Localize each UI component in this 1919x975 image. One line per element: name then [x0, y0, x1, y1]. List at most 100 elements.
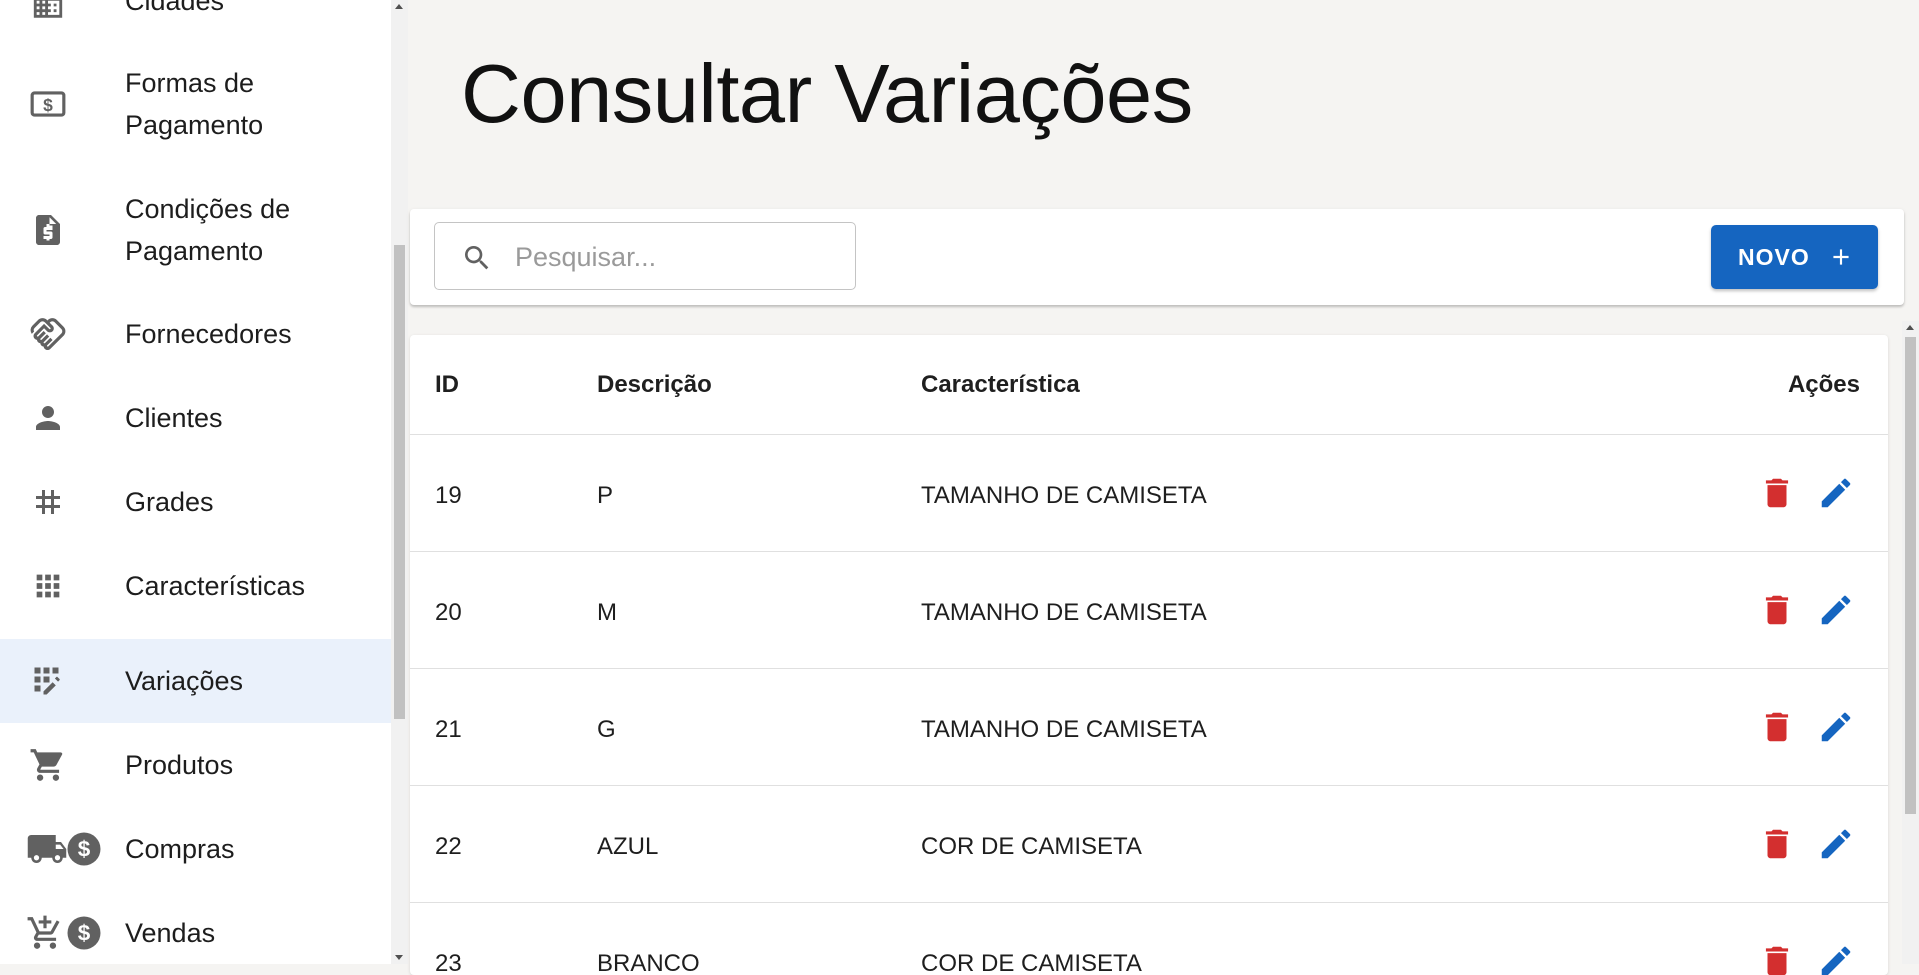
sidebar-item-condicoes-de-pagamento[interactable]: Condições de Pagamento	[0, 166, 391, 292]
sidebar-item-label: Grades	[125, 487, 214, 517]
delete-button[interactable]	[1755, 588, 1799, 632]
cell-descricao: AZUL	[597, 833, 659, 860]
handshake-icon	[28, 314, 68, 354]
payment-money-icon: $	[28, 84, 68, 124]
trash-icon	[1765, 712, 1789, 742]
sidebar-item-label: Características	[125, 571, 306, 601]
sidebar-scroll-thumb[interactable]	[394, 245, 405, 719]
delete-button[interactable]	[1755, 705, 1799, 749]
table-header-row: ID Descrição Característica Ações	[410, 335, 1888, 435]
sidebar-item-vendas[interactable]: $ Vendas	[0, 891, 391, 964]
svg-text:$: $	[78, 837, 91, 862]
sidebar: Cidades $ Formas de Pagamento Condições …	[0, 0, 391, 964]
trash-icon	[1765, 595, 1789, 625]
cell-caracteristica: TAMANHO DE CAMISETA	[921, 482, 1207, 509]
sidebar-item-label: Compras	[125, 834, 235, 864]
cell-id: 22	[435, 833, 462, 860]
building-icon	[28, 0, 68, 25]
main-scrollbar[interactable]	[1902, 321, 1919, 964]
sidebar-item-grades[interactable]: Grades	[0, 460, 391, 544]
new-button[interactable]: NOVO	[1711, 225, 1878, 289]
sidebar-item-cidades[interactable]: Cidades	[0, 0, 391, 40]
svg-text:$: $	[78, 921, 91, 946]
sidebar-item-label: Formas de Pagamento	[125, 68, 264, 140]
cart-add-dollar-icon: $	[26, 913, 116, 953]
sidebar-item-fornecedores[interactable]: Fornecedores	[0, 292, 391, 376]
cell-id: 23	[435, 950, 462, 975]
table-row[interactable]: 21 G TAMANHO DE CAMISETA	[410, 669, 1888, 786]
edit-button[interactable]	[1814, 588, 1858, 632]
row-actions	[1755, 705, 1865, 749]
truck-dollar-icon: $	[26, 829, 116, 869]
row-actions	[1755, 471, 1865, 515]
scroll-down-arrow-icon[interactable]	[395, 955, 403, 960]
new-button-label: NOVO	[1738, 244, 1810, 270]
svg-text:$: $	[43, 95, 53, 115]
page-title: Consultar Variações	[461, 47, 1193, 140]
variations-table: ID Descrição Característica Ações 19 P T…	[410, 335, 1888, 975]
person-icon	[28, 398, 68, 438]
edit-button[interactable]	[1814, 939, 1858, 975]
cell-id: 21	[435, 716, 462, 743]
delete-button[interactable]	[1755, 822, 1799, 866]
sidebar-item-formas-de-pagamento[interactable]: $ Formas de Pagamento	[0, 40, 391, 166]
sidebar-scrollbar[interactable]	[391, 0, 408, 964]
column-header-descricao[interactable]: Descrição	[597, 370, 712, 400]
trash-icon	[1765, 478, 1789, 508]
plus-icon	[1828, 244, 1854, 270]
column-header-id[interactable]: ID	[435, 370, 459, 400]
row-actions	[1755, 822, 1865, 866]
search-icon	[461, 242, 493, 274]
pencil-icon	[1821, 946, 1851, 975]
table-row[interactable]: 19 P TAMANHO DE CAMISETA	[410, 435, 1888, 552]
edit-button[interactable]	[1814, 822, 1858, 866]
pencil-icon	[1821, 478, 1851, 508]
request-quote-icon	[28, 210, 68, 250]
sidebar-item-label: Clientes	[125, 403, 223, 433]
sidebar-item-label: Variações	[125, 666, 244, 696]
cell-caracteristica: TAMANHO DE CAMISETA	[921, 599, 1207, 626]
pencil-icon	[1821, 712, 1851, 742]
shopping-cart-icon	[28, 745, 68, 785]
cell-caracteristica: COR DE CAMISETA	[921, 950, 1142, 975]
trash-icon	[1765, 829, 1789, 859]
table-row[interactable]: 20 M TAMANHO DE CAMISETA	[410, 552, 1888, 669]
cell-descricao: G	[597, 716, 616, 743]
grid-edit-icon	[28, 661, 68, 701]
sidebar-item-label: Fornecedores	[125, 319, 292, 349]
sidebar-item-label: Vendas	[125, 918, 216, 948]
sidebar-item-label: Produtos	[125, 750, 234, 780]
cell-descricao: M	[597, 599, 617, 626]
column-header-acoes: Ações	[1787, 371, 1860, 398]
sidebar-item-variacoes[interactable]: Variações	[0, 639, 391, 723]
search-field[interactable]	[434, 222, 856, 290]
sidebar-item-compras[interactable]: $ Compras	[0, 807, 391, 891]
pencil-icon	[1821, 595, 1851, 625]
table-row[interactable]: 23 BRANCO COR DE CAMISETA	[410, 903, 1888, 975]
sidebar-item-label: Cidades	[125, 0, 225, 16]
pencil-icon	[1821, 829, 1851, 859]
cell-caracteristica: TAMANHO DE CAMISETA	[921, 716, 1207, 743]
delete-button[interactable]	[1755, 939, 1799, 975]
cell-descricao: BRANCO	[597, 950, 700, 975]
cell-caracteristica: COR DE CAMISETA	[921, 833, 1142, 860]
column-header-caracteristica[interactable]: Característica	[921, 370, 1080, 400]
edit-button[interactable]	[1814, 471, 1858, 515]
sidebar-item-clientes[interactable]: Clientes	[0, 376, 391, 460]
scroll-up-arrow-icon[interactable]	[395, 4, 403, 9]
cell-descricao: P	[597, 482, 614, 509]
sidebar-item-produtos[interactable]: Produtos	[0, 723, 391, 807]
cell-id: 19	[435, 482, 462, 509]
delete-button[interactable]	[1755, 471, 1799, 515]
scroll-up-arrow-icon[interactable]	[1906, 325, 1914, 330]
search-input[interactable]	[513, 233, 837, 281]
cell-id: 20	[435, 599, 462, 626]
edit-button[interactable]	[1814, 705, 1858, 749]
toolbar: NOVO	[410, 209, 1904, 305]
main-scroll-thumb[interactable]	[1905, 337, 1916, 814]
row-actions	[1755, 939, 1865, 975]
table-row[interactable]: 22 AZUL COR DE CAMISETA	[410, 786, 1888, 903]
sidebar-item-caracteristicas[interactable]: Características	[0, 544, 391, 628]
apps-grid-icon	[28, 566, 68, 606]
hashtag-icon	[28, 482, 68, 522]
